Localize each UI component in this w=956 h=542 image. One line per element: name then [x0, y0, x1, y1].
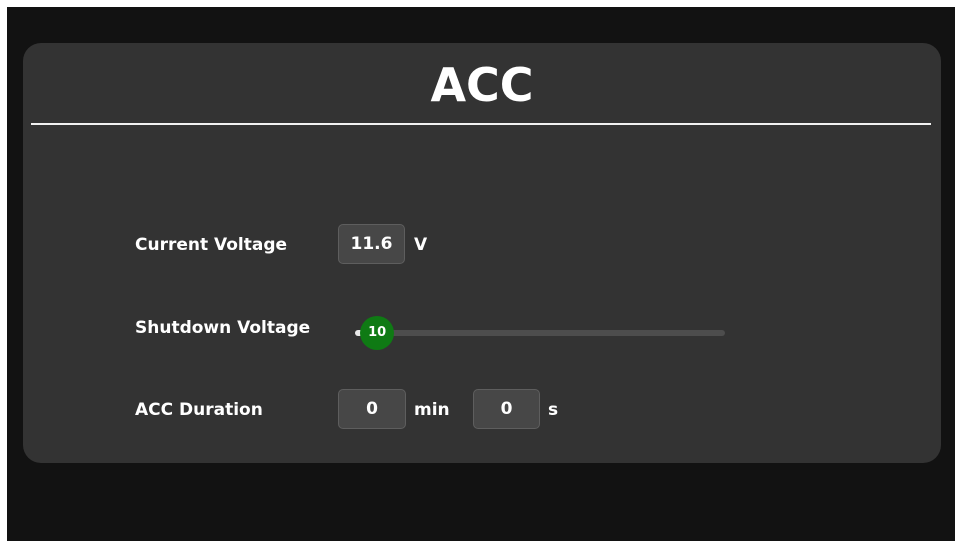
title-divider [31, 123, 931, 125]
page-title: ACC [430, 58, 534, 112]
current-voltage-value: 11.6 [338, 224, 405, 264]
acc-duration-minutes-unit: min [414, 400, 450, 420]
acc-duration-minutes-field[interactable]: 0 [338, 389, 406, 429]
acc-settings-panel: ACC Current Voltage 11.6 V Shutdown Volt… [23, 43, 941, 463]
app-screen: ACC Current Voltage 11.6 V Shutdown Volt… [7, 7, 955, 541]
shutdown-voltage-label: Shutdown Voltage [135, 318, 311, 338]
acc-duration-seconds-field[interactable]: 0 [473, 389, 540, 429]
shutdown-voltage-slider-thumb[interactable]: 10 [360, 316, 395, 350]
current-voltage-label: Current Voltage [135, 235, 288, 255]
current-voltage-unit: V [414, 235, 428, 255]
acc-duration-seconds-unit: s [548, 400, 559, 420]
shutdown-voltage-slider[interactable] [355, 330, 725, 336]
acc-duration-label: ACC Duration [135, 400, 263, 420]
